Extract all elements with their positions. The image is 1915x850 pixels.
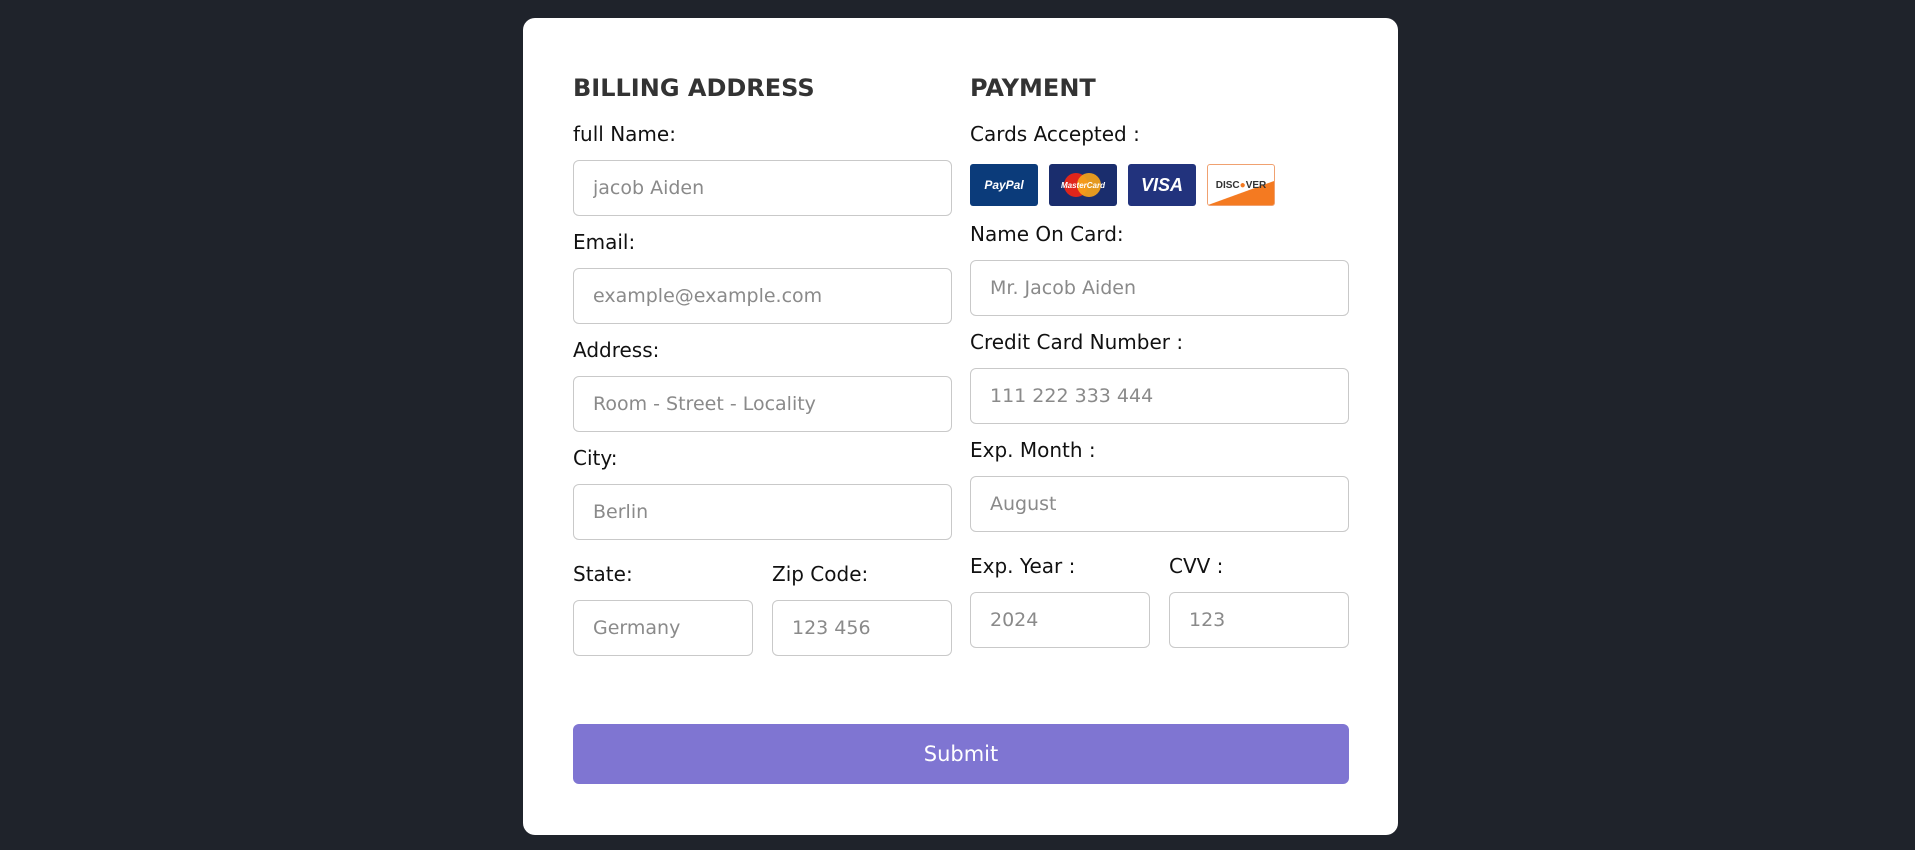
- card-number-label: Credit Card Number :: [970, 330, 1184, 354]
- paypal-logo-text: PayPal: [984, 178, 1024, 192]
- billing-address-column: BILLING ADDRESS full Name: Email: Addres…: [573, 68, 952, 656]
- cvv-label: CVV :: [1169, 554, 1224, 578]
- exp-year-input[interactable]: [970, 592, 1150, 648]
- payment-column: PAYMENT Cards Accepted : PayPal MasterCa…: [970, 68, 1349, 648]
- zip-code-input[interactable]: [772, 600, 952, 656]
- accepted-cards: PayPal MasterCard VISA DISC ● VER: [970, 164, 1349, 208]
- visa-logo: VISA: [1128, 164, 1196, 206]
- email-label: Email:: [573, 230, 636, 254]
- zip-group: Zip Code:: [772, 560, 952, 656]
- discover-logo: DISC ● VER: [1207, 164, 1275, 206]
- discover-logo-text-a: DISC: [1215, 179, 1240, 191]
- name-on-card-input[interactable]: [970, 260, 1349, 316]
- cvv-group: CVV :: [1169, 552, 1349, 648]
- full-name-label: full Name:: [573, 122, 676, 146]
- mastercard-logo-text: MasterCard: [1060, 180, 1105, 190]
- address-label: Address:: [573, 338, 660, 362]
- state-zip-row: State: Zip Code:: [573, 560, 952, 656]
- exp-year-cvv-row: Exp. Year : CVV :: [970, 552, 1349, 648]
- mastercard-logo: MasterCard: [1049, 164, 1117, 206]
- zip-code-label: Zip Code:: [772, 562, 869, 586]
- visa-logo-text: VISA: [1140, 174, 1183, 195]
- email-input[interactable]: [573, 268, 952, 324]
- paypal-logo: PayPal: [970, 164, 1038, 206]
- billing-address-heading: BILLING ADDRESS: [573, 74, 815, 102]
- state-group: State:: [573, 560, 753, 656]
- exp-year-label: Exp. Year :: [970, 554, 1076, 578]
- exp-month-input[interactable]: [970, 476, 1349, 532]
- address-input[interactable]: [573, 376, 952, 432]
- name-on-card-label: Name On Card:: [970, 222, 1124, 246]
- city-label: City:: [573, 446, 618, 470]
- exp-year-group: Exp. Year :: [970, 552, 1150, 648]
- card-number-input[interactable]: [970, 368, 1349, 424]
- full-name-input[interactable]: [573, 160, 952, 216]
- city-input[interactable]: [573, 484, 952, 540]
- checkout-form-card: BILLING ADDRESS full Name: Email: Addres…: [523, 18, 1398, 835]
- cvv-input[interactable]: [1169, 592, 1349, 648]
- exp-month-label: Exp. Month :: [970, 438, 1096, 462]
- payment-heading: PAYMENT: [970, 74, 1096, 102]
- state-input[interactable]: [573, 600, 753, 656]
- cards-accepted-label: Cards Accepted :: [970, 122, 1140, 146]
- state-label: State:: [573, 562, 633, 586]
- discover-logo-text-b: VER: [1245, 179, 1267, 191]
- submit-button[interactable]: Submit: [573, 724, 1349, 784]
